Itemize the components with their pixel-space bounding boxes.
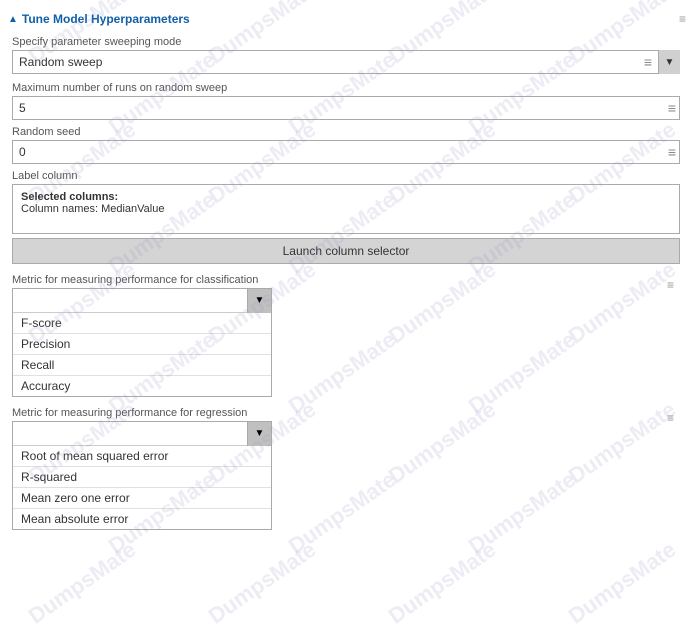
section-header[interactable]: ▲ Tune Model Hyperparameters [0,8,692,30]
section-menu-icon[interactable]: ≡ [679,12,686,26]
section-title: Tune Model Hyperparameters [22,12,190,26]
regression-option-rsquared[interactable]: R-squared [13,467,271,488]
regression-metric-options: Root of mean squared error R-squared Mea… [13,446,271,529]
classification-dropdown-arrow-btn[interactable]: ▼ [247,289,271,313]
max-runs-field: Maximum number of runs on random sweep ≡ [12,82,680,120]
random-seed-label: Random seed [12,126,680,138]
collapse-arrow-icon: ▲ [8,14,18,25]
classification-metric-menu-icon: ≡ [667,278,674,292]
classification-option-recall[interactable]: Recall [13,355,271,376]
max-runs-label: Maximum number of runs on random sweep [12,82,680,94]
regression-metric-menu-icon: ≡ [667,411,674,425]
label-column-label: Label column [12,170,680,182]
sweep-mode-select[interactable]: Random sweep [12,50,680,74]
random-seed-menu-icon: ≡ [668,144,676,160]
random-seed-field: Random seed ≡ [12,126,680,164]
classification-metric-label: Metric for measuring performance for cla… [12,274,680,286]
regression-metric-dropdown: ▼ Root of mean squared error R-squared M… [12,421,272,530]
classification-metric-dropdown: ▼ F-score Precision Recall Accuracy [12,288,272,397]
regression-option-mae[interactable]: Mean absolute error [13,509,271,529]
regression-option-rmse[interactable]: Root of mean squared error [13,446,271,467]
launch-column-selector-button[interactable]: Launch column selector [12,238,680,264]
sweep-mode-label: Specify parameter sweeping mode [12,36,680,48]
label-column-field: Label column Selected columns: Column na… [12,170,680,264]
random-seed-input[interactable] [12,140,680,164]
label-column-selected-label: Selected columns: [21,191,671,203]
classification-option-fscore[interactable]: F-score [13,313,271,334]
sweep-mode-field: Specify parameter sweeping mode Random s… [12,36,680,74]
classification-option-accuracy[interactable]: Accuracy [13,376,271,396]
regression-dropdown-header: ▼ [13,422,271,446]
classification-option-precision[interactable]: Precision [13,334,271,355]
max-runs-input[interactable] [12,96,680,120]
sweep-mode-menu-icon: ≡ [644,54,652,70]
section-content: Specify parameter sweeping mode Random s… [0,36,692,530]
regression-option-mzoe[interactable]: Mean zero one error [13,488,271,509]
regression-metric-field: Metric for measuring performance for reg… [12,407,680,530]
max-runs-menu-icon: ≡ [668,100,676,116]
sweep-mode-select-wrapper: Random sweep ▼ ≡ [12,50,680,74]
section-header-row: ▲ Tune Model Hyperparameters ≡ [0,8,692,30]
label-column-box: Selected columns: Column names: MedianVa… [12,184,680,234]
classification-metric-options: F-score Precision Recall Accuracy [13,313,271,396]
classification-dropdown-header: ▼ [13,289,271,313]
regression-metric-label: Metric for measuring performance for reg… [12,407,680,419]
regression-dropdown-arrow-btn[interactable]: ▼ [247,422,271,446]
main-container: ▲ Tune Model Hyperparameters ≡ Specify p… [0,0,692,638]
classification-metric-field: Metric for measuring performance for cla… [12,274,680,397]
label-column-value: Column names: MedianValue [21,203,671,215]
